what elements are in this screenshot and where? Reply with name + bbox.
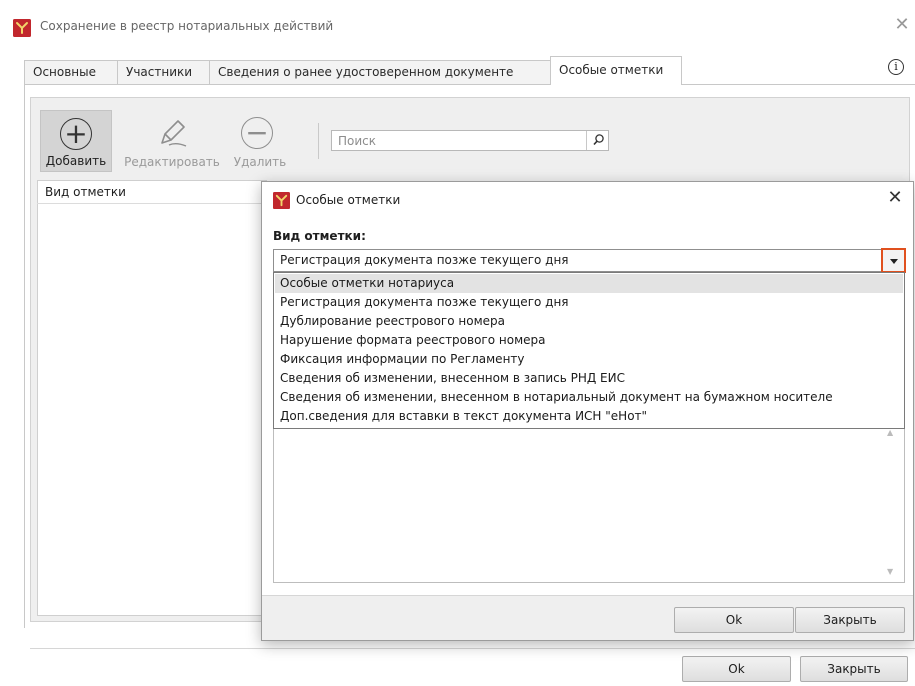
option-item[interactable]: Фиксация информации по Регламенту [275,350,903,369]
option-item[interactable]: Нарушение формата реестрового номера [275,331,903,350]
tab-bar: Основные Участники Сведения о ранее удос… [24,56,915,85]
delete-button-label: Удалить [233,155,287,169]
window-close-icon[interactable]: ✕ [892,15,912,35]
toolbar-divider [318,123,319,159]
marks-list[interactable] [37,180,267,616]
pencil-icon [161,120,187,147]
info-icon[interactable]: i [888,59,904,75]
delete-button[interactable]: − Удалить [230,110,290,172]
mark-type-label: Вид отметки: [273,229,366,243]
footer-divider [30,648,915,649]
mark-type-options-list: Особые отметки нотариуса Регистрация док… [273,272,905,429]
tab-uchastniki[interactable]: Участники [117,60,210,84]
mark-type-selected-value: Регистрация документа позже текущего дня [280,253,569,267]
dialog-close-button[interactable]: Закрыть [795,607,905,633]
option-item[interactable]: Сведения об изменении, внесенном в запис… [275,369,903,388]
app-logo-icon [13,19,31,37]
option-item[interactable]: Сведения об изменении, внесенном в нотар… [275,388,903,407]
add-button[interactable]: + Добавить [40,110,112,172]
minus-circle-icon: − [241,117,273,149]
search-box [331,130,609,151]
chevron-down-icon [890,259,898,264]
tab-osobye-otmetki[interactable]: Особые отметки [550,56,682,85]
close-button[interactable]: Закрыть [800,656,908,682]
list-column-header[interactable]: Вид отметки [37,180,267,204]
dialog-title: Особые отметки [296,193,401,207]
option-item[interactable]: Дублирование реестрового номера [275,312,903,331]
tab-osnovnye[interactable]: Основные [24,60,118,84]
window-title: Сохранение в реестр нотариальных действи… [40,19,334,33]
option-item[interactable]: Особые отметки нотариуса [275,274,903,293]
dialog-app-logo-icon [273,192,290,209]
edit-button-label: Редактировать [124,155,220,169]
scroll-down-icon[interactable]: ▼ [887,567,893,576]
search-input[interactable] [332,131,592,150]
search-icon [593,134,604,146]
option-item[interactable]: Регистрация документа позже текущего дня [275,293,903,312]
scroll-up-icon[interactable]: ▲ [887,428,893,437]
add-button-label: Добавить [45,154,107,168]
dialog-close-icon[interactable]: ✕ [885,187,905,209]
ok-button[interactable]: Ok [682,656,791,682]
edit-button[interactable]: Редактировать [114,110,230,172]
dialog-ok-button[interactable]: Ok [674,607,794,633]
tab-svedeniya[interactable]: Сведения о ранее удостоверенном документ… [209,60,551,84]
plus-circle-icon: + [60,118,92,150]
search-button[interactable] [586,131,608,150]
mark-type-select[interactable]: Регистрация документа позже текущего дня [273,249,905,272]
dropdown-toggle-button[interactable] [881,248,906,273]
option-item[interactable]: Доп.сведения для вставки в текст докумен… [275,407,903,426]
